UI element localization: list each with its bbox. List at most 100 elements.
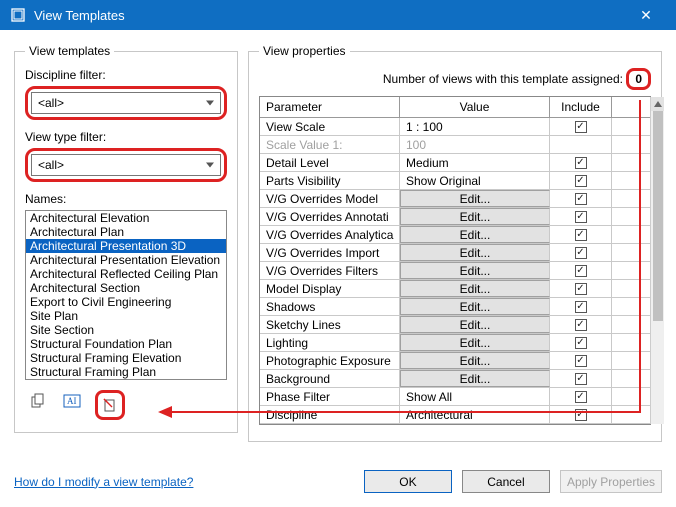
list-item[interactable]: Architectural Section xyxy=(26,281,226,295)
include-cell[interactable] xyxy=(550,154,612,171)
value-cell[interactable]: 1 : 100 xyxy=(400,118,550,135)
param-cell: V/G Overrides Filters xyxy=(260,262,400,279)
table-row: Sketchy LinesEdit... xyxy=(260,316,650,334)
grid-scrollbar[interactable] xyxy=(650,97,664,424)
table-row: V/G Overrides AnalyticaEdit... xyxy=(260,226,650,244)
include-checkbox[interactable] xyxy=(575,355,587,367)
include-checkbox[interactable] xyxy=(575,229,587,241)
rename-icon[interactable]: AI xyxy=(61,390,83,412)
edit-button[interactable]: Edit... xyxy=(400,352,550,369)
include-checkbox[interactable] xyxy=(575,247,587,259)
include-cell[interactable] xyxy=(550,190,612,207)
edit-button[interactable]: Edit... xyxy=(400,298,550,315)
list-item[interactable]: Structural Framing Plan xyxy=(26,365,226,379)
list-item[interactable]: Architectural Elevation xyxy=(26,211,226,225)
edit-button[interactable]: Edit... xyxy=(400,334,550,351)
edit-button[interactable]: Edit... xyxy=(400,244,550,261)
include-cell xyxy=(550,136,612,153)
include-cell[interactable] xyxy=(550,262,612,279)
value-cell[interactable]: Architectural xyxy=(400,406,550,423)
value-cell: 100 xyxy=(400,136,550,153)
include-cell[interactable] xyxy=(550,316,612,333)
table-row: Photographic ExposureEdit... xyxy=(260,352,650,370)
list-item[interactable]: Architectural Reflected Ceiling Plan xyxy=(26,267,226,281)
include-checkbox[interactable] xyxy=(575,391,587,403)
table-row: Detail LevelMedium xyxy=(260,154,650,172)
include-checkbox[interactable] xyxy=(575,319,587,331)
value-cell[interactable]: Show Original xyxy=(400,172,550,189)
include-checkbox[interactable] xyxy=(575,265,587,277)
include-cell[interactable] xyxy=(550,226,612,243)
include-cell[interactable] xyxy=(550,208,612,225)
include-cell[interactable] xyxy=(550,244,612,261)
edit-button[interactable]: Edit... xyxy=(400,226,550,243)
list-item[interactable]: Site Plan xyxy=(26,309,226,323)
ok-button[interactable]: OK xyxy=(364,470,452,493)
view-properties-group: View properties Number of views with thi… xyxy=(248,44,662,442)
list-item[interactable]: Site Section xyxy=(26,323,226,337)
value-cell[interactable]: Medium xyxy=(400,154,550,171)
list-item[interactable]: Export to Civil Engineering xyxy=(26,295,226,309)
param-cell: V/G Overrides Analytica xyxy=(260,226,400,243)
include-cell[interactable] xyxy=(550,280,612,297)
include-cell[interactable] xyxy=(550,406,612,423)
include-checkbox[interactable] xyxy=(575,337,587,349)
param-cell: View Scale xyxy=(260,118,400,135)
edit-button[interactable]: Edit... xyxy=(400,370,550,387)
help-link[interactable]: How do I modify a view template? xyxy=(14,475,193,489)
viewtype-filter-label: View type filter: xyxy=(25,130,227,144)
apply-properties-button: Apply Properties xyxy=(560,470,662,493)
include-cell[interactable] xyxy=(550,352,612,369)
edit-button[interactable]: Edit... xyxy=(400,262,550,279)
table-row: LightingEdit... xyxy=(260,334,650,352)
include-cell[interactable] xyxy=(550,334,612,351)
discipline-filter-combo[interactable]: <all> xyxy=(31,92,221,114)
grid-header: Parameter Value Include xyxy=(260,97,650,118)
view-templates-group: View templates Discipline filter: <all> … xyxy=(14,44,238,433)
table-row: V/G Overrides AnnotatiEdit... xyxy=(260,208,650,226)
list-item[interactable]: Architectural Plan xyxy=(26,225,226,239)
include-cell[interactable] xyxy=(550,298,612,315)
view-properties-legend: View properties xyxy=(259,44,350,58)
delete-icon[interactable] xyxy=(95,390,125,420)
list-item[interactable]: Structural Framing Elevation xyxy=(26,351,226,365)
names-listbox[interactable]: Architectural ElevationArchitectural Pla… xyxy=(25,210,227,380)
include-checkbox[interactable] xyxy=(575,193,587,205)
header-parameter[interactable]: Parameter xyxy=(260,97,400,117)
list-item[interactable]: Architectural Presentation Elevation xyxy=(26,253,226,267)
assigned-count-label: Number of views with this template assig… xyxy=(383,72,623,86)
list-item[interactable]: Structural Section xyxy=(26,379,226,380)
list-item[interactable]: Structural Foundation Plan xyxy=(26,337,226,351)
include-cell[interactable] xyxy=(550,388,612,405)
list-item[interactable]: Architectural Presentation 3D xyxy=(26,239,226,253)
include-checkbox[interactable] xyxy=(575,283,587,295)
include-checkbox[interactable] xyxy=(575,301,587,313)
header-include[interactable]: Include xyxy=(550,97,612,117)
close-icon[interactable]: ✕ xyxy=(624,7,668,24)
include-checkbox[interactable] xyxy=(575,121,587,133)
duplicate-icon[interactable] xyxy=(27,390,49,412)
include-checkbox[interactable] xyxy=(575,373,587,385)
scroll-up-icon[interactable] xyxy=(651,97,664,111)
param-cell: V/G Overrides Model xyxy=(260,190,400,207)
title-bar: View Templates ✕ xyxy=(0,0,676,30)
table-row: V/G Overrides ModelEdit... xyxy=(260,190,650,208)
include-checkbox[interactable] xyxy=(575,175,587,187)
table-row: Parts VisibilityShow Original xyxy=(260,172,650,190)
edit-button[interactable]: Edit... xyxy=(400,280,550,297)
include-checkbox[interactable] xyxy=(575,409,587,421)
include-cell[interactable] xyxy=(550,370,612,387)
value-cell[interactable]: Show All xyxy=(400,388,550,405)
include-checkbox[interactable] xyxy=(575,211,587,223)
viewtype-filter-combo[interactable]: <all> xyxy=(31,154,221,176)
header-value[interactable]: Value xyxy=(400,97,550,117)
include-checkbox[interactable] xyxy=(575,157,587,169)
svg-text:AI: AI xyxy=(67,396,77,406)
edit-button[interactable]: Edit... xyxy=(400,316,550,333)
edit-button[interactable]: Edit... xyxy=(400,208,550,225)
include-cell[interactable] xyxy=(550,172,612,189)
cancel-button[interactable]: Cancel xyxy=(462,470,550,493)
scroll-thumb[interactable] xyxy=(653,111,663,321)
include-cell[interactable] xyxy=(550,118,612,135)
edit-button[interactable]: Edit... xyxy=(400,190,550,207)
